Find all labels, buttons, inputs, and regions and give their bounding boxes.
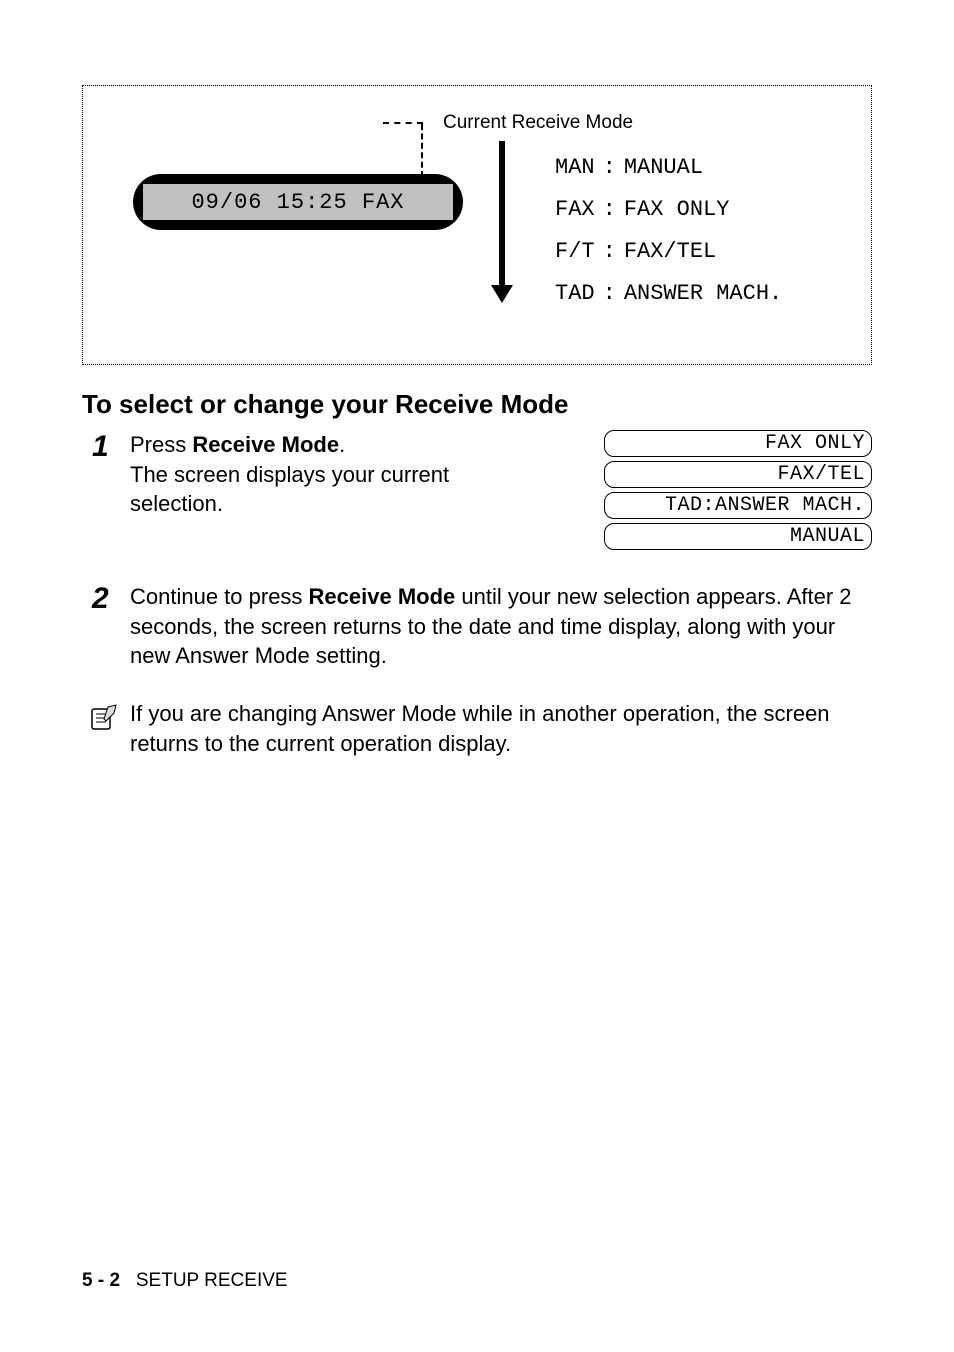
mode-label: ANSWER MACH. [624, 274, 782, 314]
mode-label: MANUAL [624, 148, 782, 188]
step-body: Press Receive Mode. The screen displays … [130, 430, 510, 519]
lcd-display: 09/06 15:25 FAX [133, 174, 463, 230]
mode-list: MAN : MANUAL FAX : FAX ONLY F/T : FAX/TE… [553, 146, 784, 316]
note-text: If you are changing Answer Mode while in… [130, 699, 872, 758]
arrow-shaft [499, 141, 505, 289]
mode-label: FAX/TEL [624, 232, 782, 272]
page-number: 5 - 2 [82, 1270, 120, 1291]
mode-label: FAX ONLY [624, 190, 782, 230]
lcd-option: MANUAL [604, 523, 872, 550]
mode-code: F/T [555, 232, 595, 272]
arrow-head-icon [491, 285, 513, 303]
lcd-text: 09/06 15:25 FAX [143, 184, 453, 220]
step-1: 1 Press Receive Mode. The screen display… [82, 430, 872, 554]
step-body: Continue to press Receive Mode until you… [130, 582, 872, 671]
step-2: 2 Continue to press Receive Mode until y… [82, 582, 872, 671]
receive-mode-diagram: Current Receive Mode 09/06 15:25 FAX MAN… [82, 85, 872, 365]
step-number: 1 [82, 430, 130, 462]
note: If you are changing Answer Mode while in… [82, 699, 872, 758]
note-icon [82, 699, 130, 738]
lcd-option: FAX ONLY [604, 430, 872, 457]
mode-code: TAD [555, 274, 595, 314]
diagram-caption: Current Receive Mode [443, 112, 633, 134]
page-footer: 5 - 2 SETUP RECEIVE [82, 1270, 288, 1292]
step-number: 2 [82, 582, 130, 614]
section-heading: To select or change your Receive Mode [82, 389, 872, 420]
section-name: SETUP RECEIVE [136, 1270, 288, 1291]
mode-code: FAX [555, 190, 595, 230]
lcd-option: TAD:ANSWER MACH. [604, 492, 872, 519]
lcd-option-list: FAX ONLY FAX/TEL TAD:ANSWER MACH. MANUAL [604, 430, 872, 554]
mode-code: MAN [555, 148, 595, 188]
dashed-connector-h [383, 122, 423, 124]
lcd-option: FAX/TEL [604, 461, 872, 488]
